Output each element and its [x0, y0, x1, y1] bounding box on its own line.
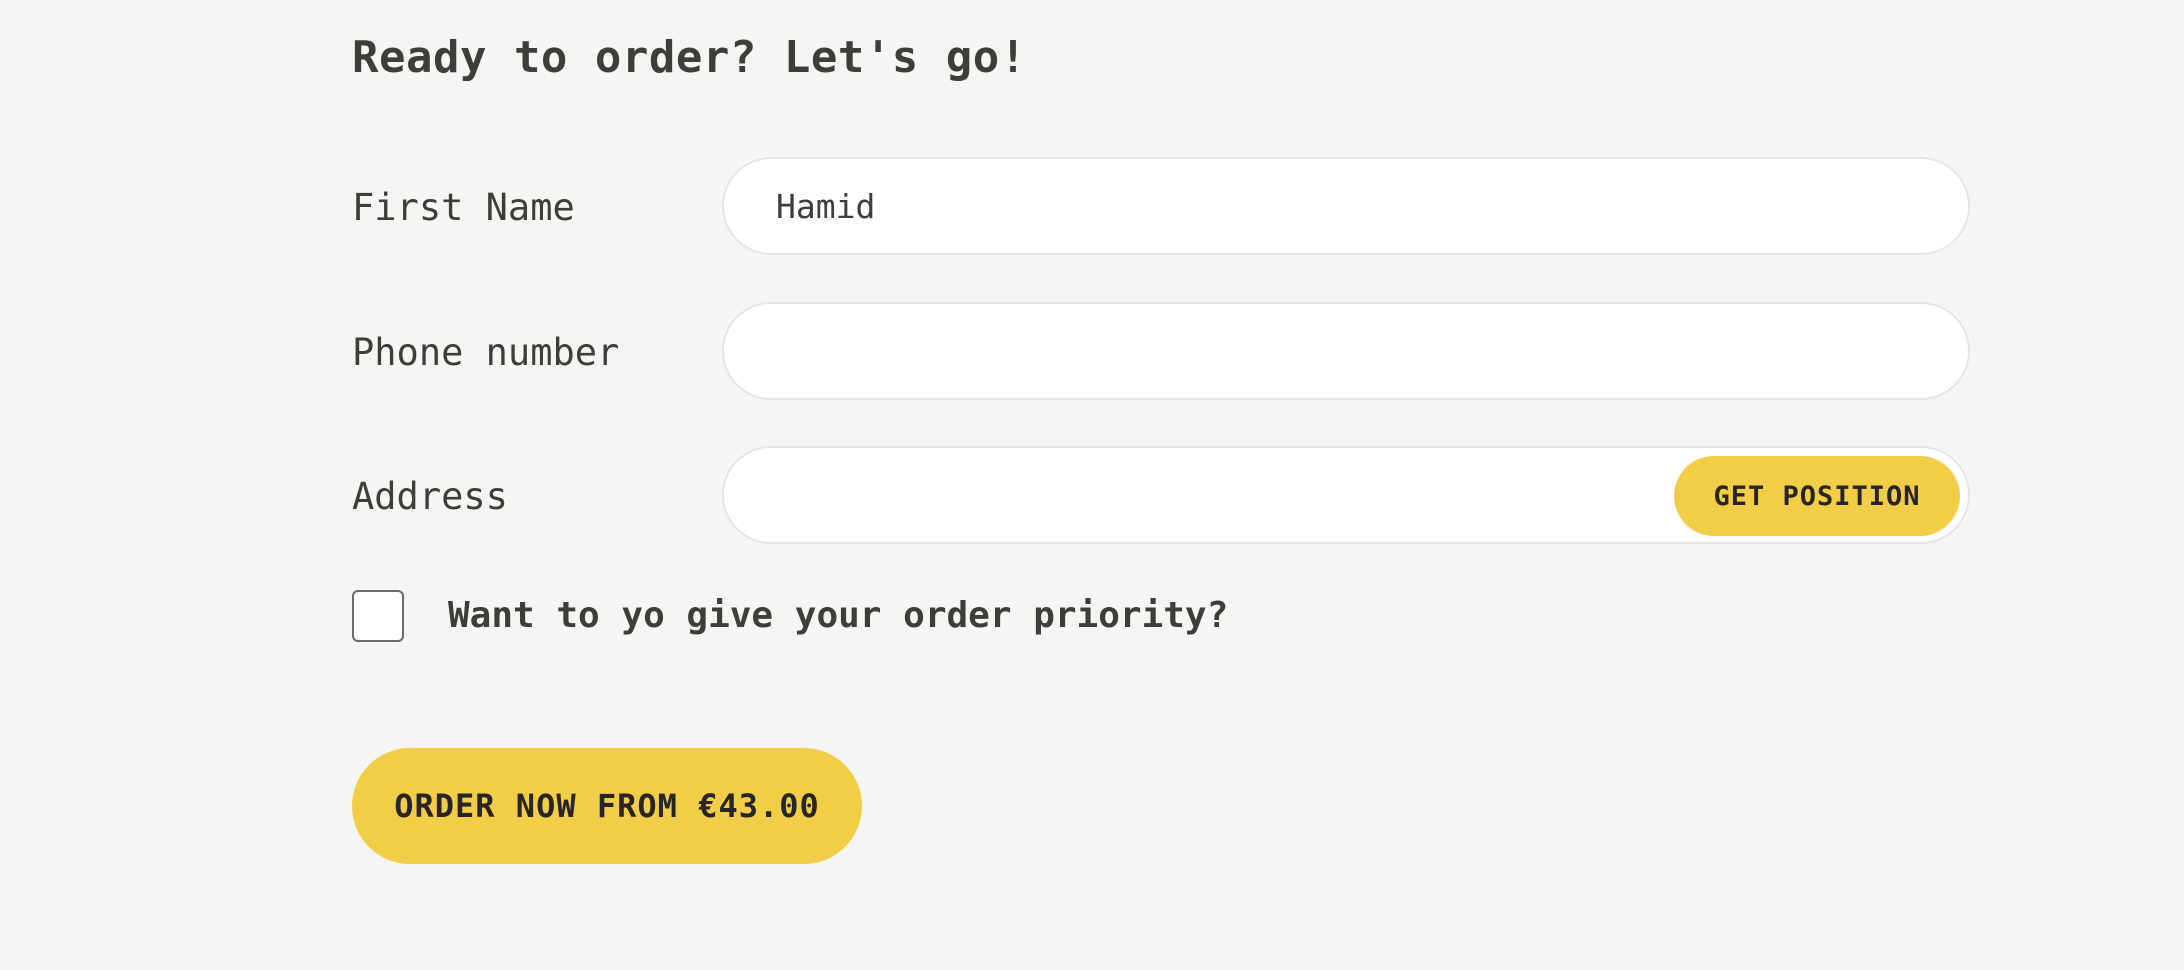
address-row: Address GET POSITION	[352, 446, 1972, 548]
order-form-page: Ready to order? Let's go! First Name Pho…	[352, 0, 1972, 970]
page-title: Ready to order? Let's go!	[352, 32, 1027, 83]
phone-row: Phone number	[352, 302, 1972, 404]
priority-row: Want to yo give your order priority?	[352, 588, 1352, 644]
order-now-button[interactable]: ORDER NOW FROM €43.00	[352, 748, 862, 864]
address-label: Address	[352, 475, 508, 518]
priority-checkbox[interactable]	[352, 590, 404, 642]
first-name-row: First Name	[352, 157, 1972, 259]
first-name-field[interactable]	[722, 157, 1970, 255]
phone-label: Phone number	[352, 331, 620, 374]
get-position-button[interactable]: GET POSITION	[1674, 456, 1960, 536]
phone-field[interactable]	[722, 302, 1970, 400]
first-name-label: First Name	[352, 186, 575, 229]
priority-label[interactable]: Want to yo give your order priority?	[448, 588, 1228, 644]
